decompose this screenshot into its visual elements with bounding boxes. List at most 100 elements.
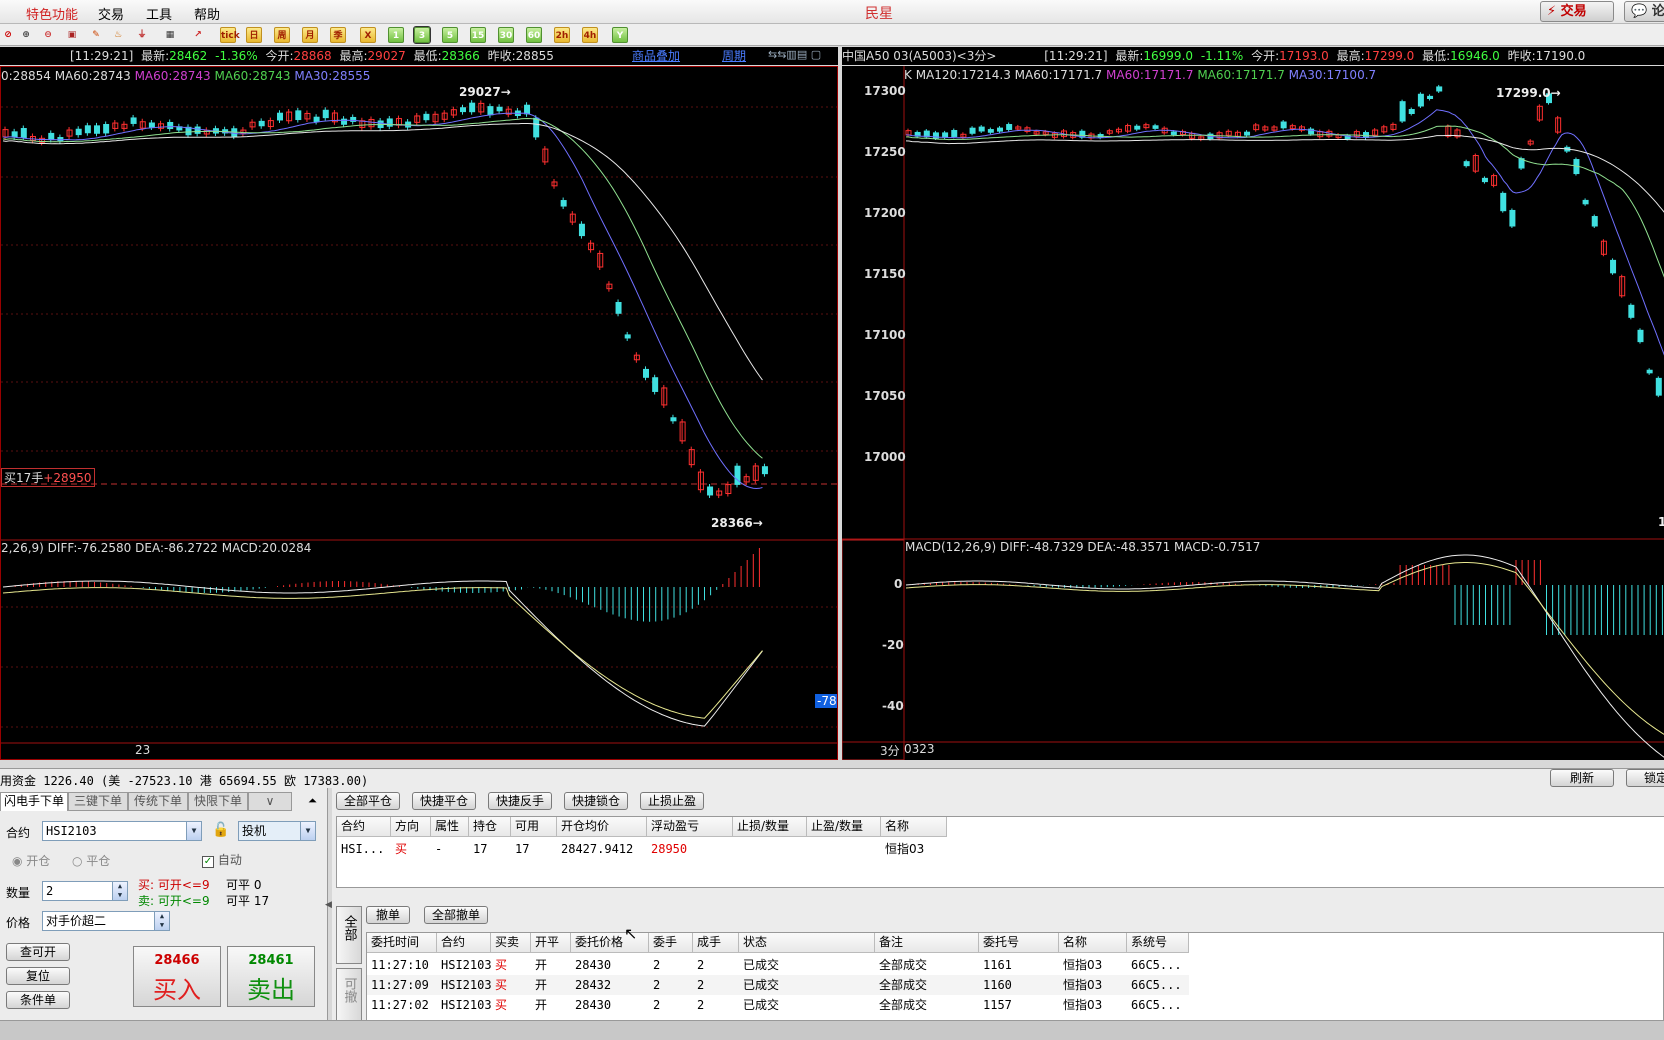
period-button-8[interactable]: 5 (442, 27, 458, 43)
brush-icon[interactable]: ♨ (110, 27, 126, 43)
menu-tools[interactable]: 工具 (146, 4, 172, 23)
auto-checkbox[interactable]: ✓ 自动 (202, 851, 242, 868)
tab-three-key-order[interactable]: 三键下单 (68, 792, 128, 811)
column-header[interactable]: 方向 (391, 817, 431, 837)
column-header[interactable]: 开仓均价 (557, 817, 647, 837)
price-mode-select[interactable]: 对手价超二 ▲ ▼ (42, 911, 170, 931)
tab-cancellable-orders[interactable]: 可撤 (336, 968, 362, 1026)
column-header[interactable]: 合约 (437, 933, 491, 953)
table-icon[interactable]: ▦ (162, 27, 178, 43)
quick-reverse-button[interactable]: 快捷反手 (488, 792, 552, 810)
column-header[interactable]: 可用 (511, 817, 557, 837)
table-row[interactable]: HSI... 买 - 17 17 28427.9412 28950 恒指03 (337, 839, 947, 859)
period-button-13[interactable]: 4h (582, 27, 598, 43)
menu-special[interactable]: 特色功能 (26, 4, 78, 23)
position-tag[interactable]: 买17手+28950 (1, 468, 95, 487)
column-header[interactable]: 开平 (531, 933, 571, 953)
close-all-button[interactable]: 全部平仓 (336, 792, 400, 810)
layout-icon[interactable]: ⇆⇆▥▤ ▢ (768, 48, 821, 61)
buy-button[interactable]: 28466 买入 (133, 946, 221, 1007)
column-header[interactable]: 持仓 (469, 817, 511, 837)
stop-loss-profit-button[interactable]: 止损止盈 (640, 792, 704, 810)
quick-lock-button[interactable]: 快捷锁仓 (564, 792, 628, 810)
period-button-2[interactable]: 周 (274, 27, 290, 43)
stepper-arrows-icon[interactable]: ▲ ▼ (112, 882, 127, 900)
column-header[interactable]: 名称 (1059, 933, 1127, 953)
lock-button[interactable]: 锁定 (1626, 769, 1664, 787)
cancel-all-button[interactable]: 全部撤单 (424, 906, 488, 924)
period-button-3[interactable]: 月 (302, 27, 318, 43)
candle (1463, 161, 1470, 167)
tab-lightning-order[interactable]: 闪电手下单 (0, 792, 68, 811)
period-button-10[interactable]: 30 (498, 27, 514, 43)
column-header[interactable]: 状态 (739, 933, 875, 953)
filter-icon[interactable]: ⏚ (134, 27, 150, 43)
table-row[interactable]: 11:27:09 HSI2103 买 开 28432 2 2 已成交 全部成交 1160 恒指03 6… (367, 975, 1189, 995)
period-button-6[interactable]: 1 (388, 27, 404, 43)
table-cell: 66C5... (1131, 978, 1182, 992)
window-icon[interactable]: ▣ (64, 27, 80, 43)
menu-help[interactable]: 帮助 (194, 4, 220, 23)
column-header[interactable]: 止损/数量 (733, 817, 807, 837)
overlay-link[interactable]: 商品叠加 (632, 47, 680, 64)
column-header[interactable]: 名称 (881, 817, 947, 837)
period-button-1[interactable]: 日 (246, 27, 262, 43)
close-radio[interactable]: ○ 平仓 (72, 852, 110, 869)
tab-classic-order[interactable]: 传统下单 (128, 792, 188, 811)
tab-quick-limit-order[interactable]: 快限下单 (188, 792, 248, 811)
column-header[interactable]: 委手 (649, 933, 693, 953)
table-row[interactable]: 11:27:10 HSI2103 买 开 28430 2 2 已成交 全部成交 1161 恒指03 6… (367, 955, 1189, 975)
column-header[interactable]: 合约 (337, 817, 391, 837)
column-header[interactable]: 成手 (693, 933, 739, 953)
open-radio[interactable]: ◉ 开仓 (12, 852, 50, 869)
quantity-stepper[interactable]: 2 ▲ ▼ (42, 881, 128, 901)
period-button-12[interactable]: 2h (554, 27, 570, 43)
trend-icon[interactable]: ↗ (190, 27, 206, 43)
zoom-in-icon[interactable]: ⊕ (18, 27, 34, 43)
table-cell: 28430 (575, 998, 612, 1012)
cancel-order-button[interactable]: 撤单 (366, 906, 410, 924)
chevron-down-icon[interactable]: ▼ (186, 822, 201, 840)
column-header[interactable]: 止盈/数量 (807, 817, 881, 837)
expand-left-icon[interactable]: ◀ (325, 900, 332, 910)
column-header[interactable]: 备注 (875, 933, 979, 953)
collapse-icon[interactable]: ⏶ (308, 794, 317, 808)
close-icon[interactable]: ⊘ (0, 27, 16, 43)
query-available-button[interactable]: 查可开 (6, 943, 70, 961)
period-button-7[interactable]: 3 (413, 26, 431, 44)
forum-button[interactable]: 💬 论 (1624, 1, 1664, 22)
left-candle-chart (1, 100, 837, 744)
sell-button[interactable]: 28461 卖出 (227, 946, 315, 1007)
column-header[interactable]: 买卖 (491, 933, 531, 953)
unlock-icon[interactable]: 🔓 (212, 822, 229, 838)
hedge-select[interactable]: 投机 ▼ (238, 821, 316, 841)
contract-select[interactable]: HSI2103 ▼ (42, 821, 202, 841)
column-header[interactable]: 委托号 (979, 933, 1059, 953)
zoom-out-icon[interactable]: ⊖ (40, 27, 56, 43)
period-button-9[interactable]: 15 (470, 27, 486, 43)
reset-button[interactable]: 复位 (6, 967, 70, 985)
period-link[interactable]: 周期 (722, 47, 746, 64)
conditional-order-button[interactable]: 条件单 (6, 991, 70, 1009)
period-button-14[interactable]: Y (612, 27, 628, 43)
latest-price: 28462 (169, 49, 208, 63)
stepper-arrows-icon[interactable]: ▲ ▼ (154, 912, 169, 930)
column-header[interactable]: 浮动盈亏 (647, 817, 733, 837)
refresh-button[interactable]: 刷新 (1550, 769, 1614, 787)
table-row[interactable]: 11:27:02 HSI2103 买 开 28430 2 2 已成交 全部成交 1157 恒指03 6… (367, 995, 1189, 1015)
column-header[interactable]: 系统号 (1127, 933, 1189, 953)
chevron-down-icon[interactable]: ▼ (300, 822, 315, 840)
column-header[interactable]: 委托时间 (367, 933, 437, 953)
candle (560, 200, 567, 207)
column-header[interactable]: 属性 (431, 817, 469, 837)
tab-all-orders[interactable]: 全部 (336, 906, 362, 964)
period-button-4[interactable]: 季 (330, 27, 346, 43)
pen-icon[interactable]: ✎ (88, 27, 104, 43)
menu-trade[interactable]: 交易 (98, 4, 124, 23)
trade-button[interactable]: ⚡ 交易 (1540, 1, 1614, 22)
period-button-5[interactable]: X (360, 27, 376, 43)
period-button-0[interactable]: tick (220, 27, 240, 43)
tab-more-dropdown[interactable]: ∨ (248, 792, 292, 811)
quick-close-button[interactable]: 快捷平仓 (412, 792, 476, 810)
period-button-11[interactable]: 60 (526, 27, 542, 43)
